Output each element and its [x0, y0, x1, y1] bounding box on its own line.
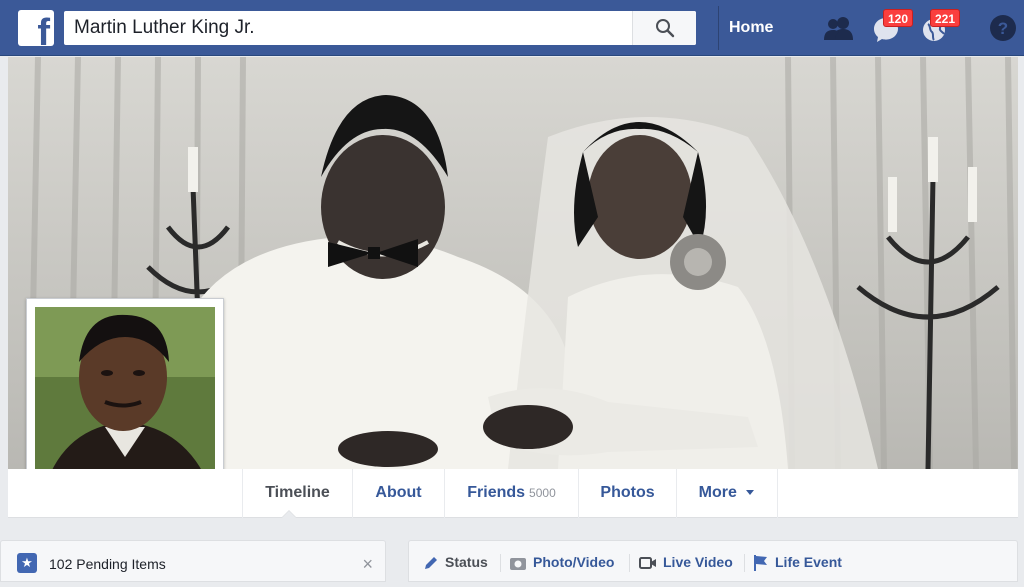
star-icon: ★ [17, 553, 37, 573]
caret-down-icon [746, 489, 755, 495]
composer-separator [500, 554, 501, 572]
notifications-globe-icon[interactable]: 221 [920, 9, 961, 44]
composer-separator [744, 554, 745, 572]
svg-text:?: ? [998, 19, 1008, 38]
active-tab-indicator-fill [282, 511, 296, 518]
help-icon[interactable]: ? [988, 13, 1018, 43]
tab-more-label: More [698, 484, 737, 501]
tab-more[interactable]: More [676, 469, 778, 518]
post-composer: Status Photo/Video Live Video Life Event [408, 540, 1018, 582]
pending-items-panel[interactable]: ★ 102 Pending Items × [0, 540, 386, 582]
composer-live-video-button[interactable]: Live Video [639, 541, 733, 583]
composer-separator [629, 554, 630, 572]
camera-icon [510, 558, 526, 571]
home-link[interactable]: Home [729, 0, 773, 56]
tab-timeline[interactable]: Timeline [242, 469, 352, 518]
tab-photos-label: Photos [600, 484, 655, 501]
search-icon [656, 19, 675, 38]
life-event-label: Life Event [775, 554, 842, 570]
flag-icon [754, 555, 767, 572]
photo-video-label: Photo/Video [533, 554, 615, 570]
tab-about[interactable]: About [352, 469, 444, 518]
tab-photos[interactable]: Photos [578, 469, 676, 518]
profile-tabs-bar: Timeline About Friends 5000 Photos More [8, 469, 1018, 518]
notifications-badge: 221 [930, 9, 961, 27]
pencil-icon [425, 557, 437, 570]
top-navigation-bar: f Home 120 221 [0, 0, 1024, 56]
tab-friends-label: Friends [467, 484, 526, 501]
profile-picture[interactable] [26, 298, 224, 496]
search-input[interactable] [64, 11, 630, 45]
composer-photo-video-button[interactable]: Photo/Video [509, 541, 614, 583]
friends-count: 5000 [529, 486, 556, 500]
messages-icon[interactable]: 120 [872, 9, 914, 44]
search-box [64, 11, 696, 45]
tab-timeline-label: Timeline [265, 484, 330, 501]
tab-about-label: About [375, 484, 422, 501]
pending-items-label: 102 Pending Items [49, 556, 166, 572]
composer-status-button[interactable]: Status [423, 541, 488, 583]
close-icon[interactable]: × [362, 541, 373, 587]
profile-photo-image [35, 307, 215, 487]
video-camera-icon [639, 557, 656, 570]
friend-requests-icon[interactable] [822, 12, 856, 44]
nav-divider [718, 6, 719, 50]
messages-badge: 120 [883, 9, 914, 27]
facebook-logo-icon[interactable]: f [18, 10, 54, 46]
live-video-label: Live Video [663, 554, 733, 570]
composer-life-event-button[interactable]: Life Event [753, 541, 842, 583]
search-button[interactable] [632, 11, 696, 45]
tab-friends[interactable]: Friends 5000 [444, 469, 578, 518]
status-label: Status [445, 554, 488, 570]
